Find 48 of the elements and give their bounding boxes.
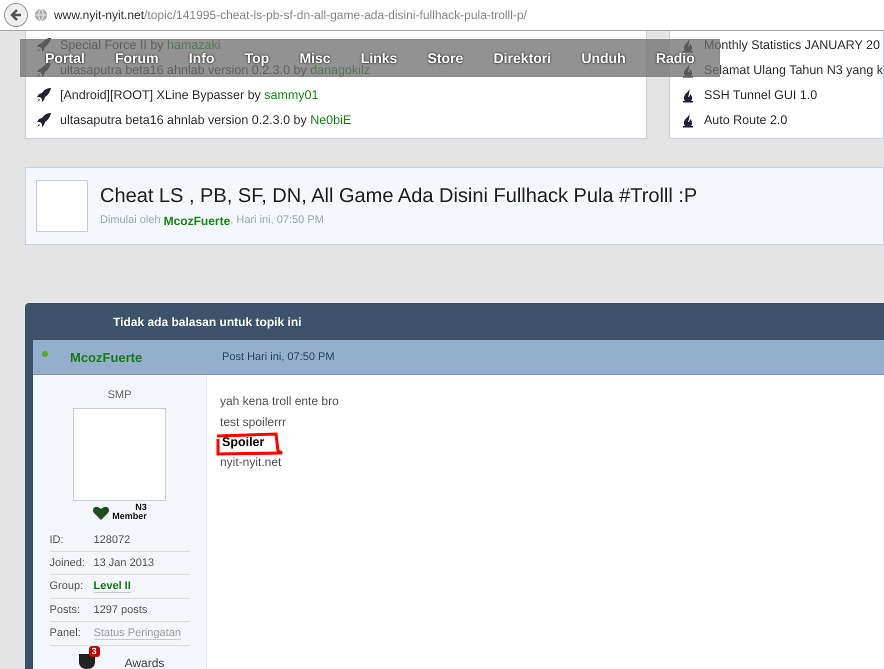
file-link[interactable]: Auto Route 2.0 [704,112,788,127]
member-label: N3 Member [112,503,147,521]
file-link[interactable]: SSH Tunnel GUI 1.0 [704,88,818,102]
awards-label[interactable]: Awards [124,656,164,669]
nav-link[interactable]: Radio [656,50,695,66]
nav-link[interactable]: Links [360,50,398,66]
field-value: 13 Jan 2013 [94,557,154,569]
field-label: ID: [50,534,65,546]
topic-time: , Hari ini, 07:50 PM [230,214,324,228]
post-time: Post Hari ini, 07:50 PM [222,351,334,363]
field-label: Joined: [50,557,86,569]
back-arrow-icon [9,8,23,22]
post-text: nyit-nyit.net [220,454,282,470]
nav-link[interactable]: Info [188,50,214,66]
avatar-image [36,180,88,232]
field-value[interactable]: Status Peringatan [94,627,181,640]
post-text: yah kena troll ente bro [220,393,339,409]
nav-link[interactable]: Top [244,50,270,66]
field-value: 128072 [94,534,130,546]
nav-link[interactable]: Misc [299,50,331,66]
nav-link[interactable]: Portal [45,50,85,66]
post-text: test spoilerrr [220,414,288,430]
post-author[interactable]: McozFuerte [70,350,222,364]
post-panel-title: Tidak ada balasan untuk topik ini [112,314,302,330]
nav-link[interactable]: Unduh [581,50,626,66]
field-label: Panel: [50,627,82,640]
nav-link[interactable]: Direktori [494,50,552,66]
field-value: Level II [94,580,131,593]
topic-link[interactable]: [Android][ROOT] XLine Bypasser by sammy01 [60,88,318,102]
heart-icon [92,505,110,521]
nav-link[interactable]: Store [428,50,464,66]
back-button[interactable] [4,3,28,27]
rocket-icon [36,112,52,128]
topic-link[interactable]: ultasaputra beta16 ahnlab version 0.2.3.0 by Ne0biE [60,112,352,127]
field-value: 1297 posts [94,604,148,616]
field-label: Group: [50,580,84,593]
file-link[interactable]: Monthly Statistics JANUARY 20 [704,38,880,52]
file-link[interactable]: Selamat Ulang Tahun N3 yang k [704,63,883,78]
author-link[interactable]: McozFuerte [164,214,230,228]
topic-title: Cheat LS , PB, SF, DN, All Game Ada Disini Fullhack Pula #Trolll :P [100,184,698,208]
started-by-label: Dimulai oleh [100,214,162,228]
rocket-icon [36,86,52,103]
field-label: Posts: [50,604,82,616]
globe-icon [34,8,48,22]
count-badge: 3 [88,646,100,657]
nav-link[interactable]: Forum [114,50,159,66]
spoiler-label[interactable]: Spoiler [222,435,264,449]
user-rank: SMP [108,389,132,401]
